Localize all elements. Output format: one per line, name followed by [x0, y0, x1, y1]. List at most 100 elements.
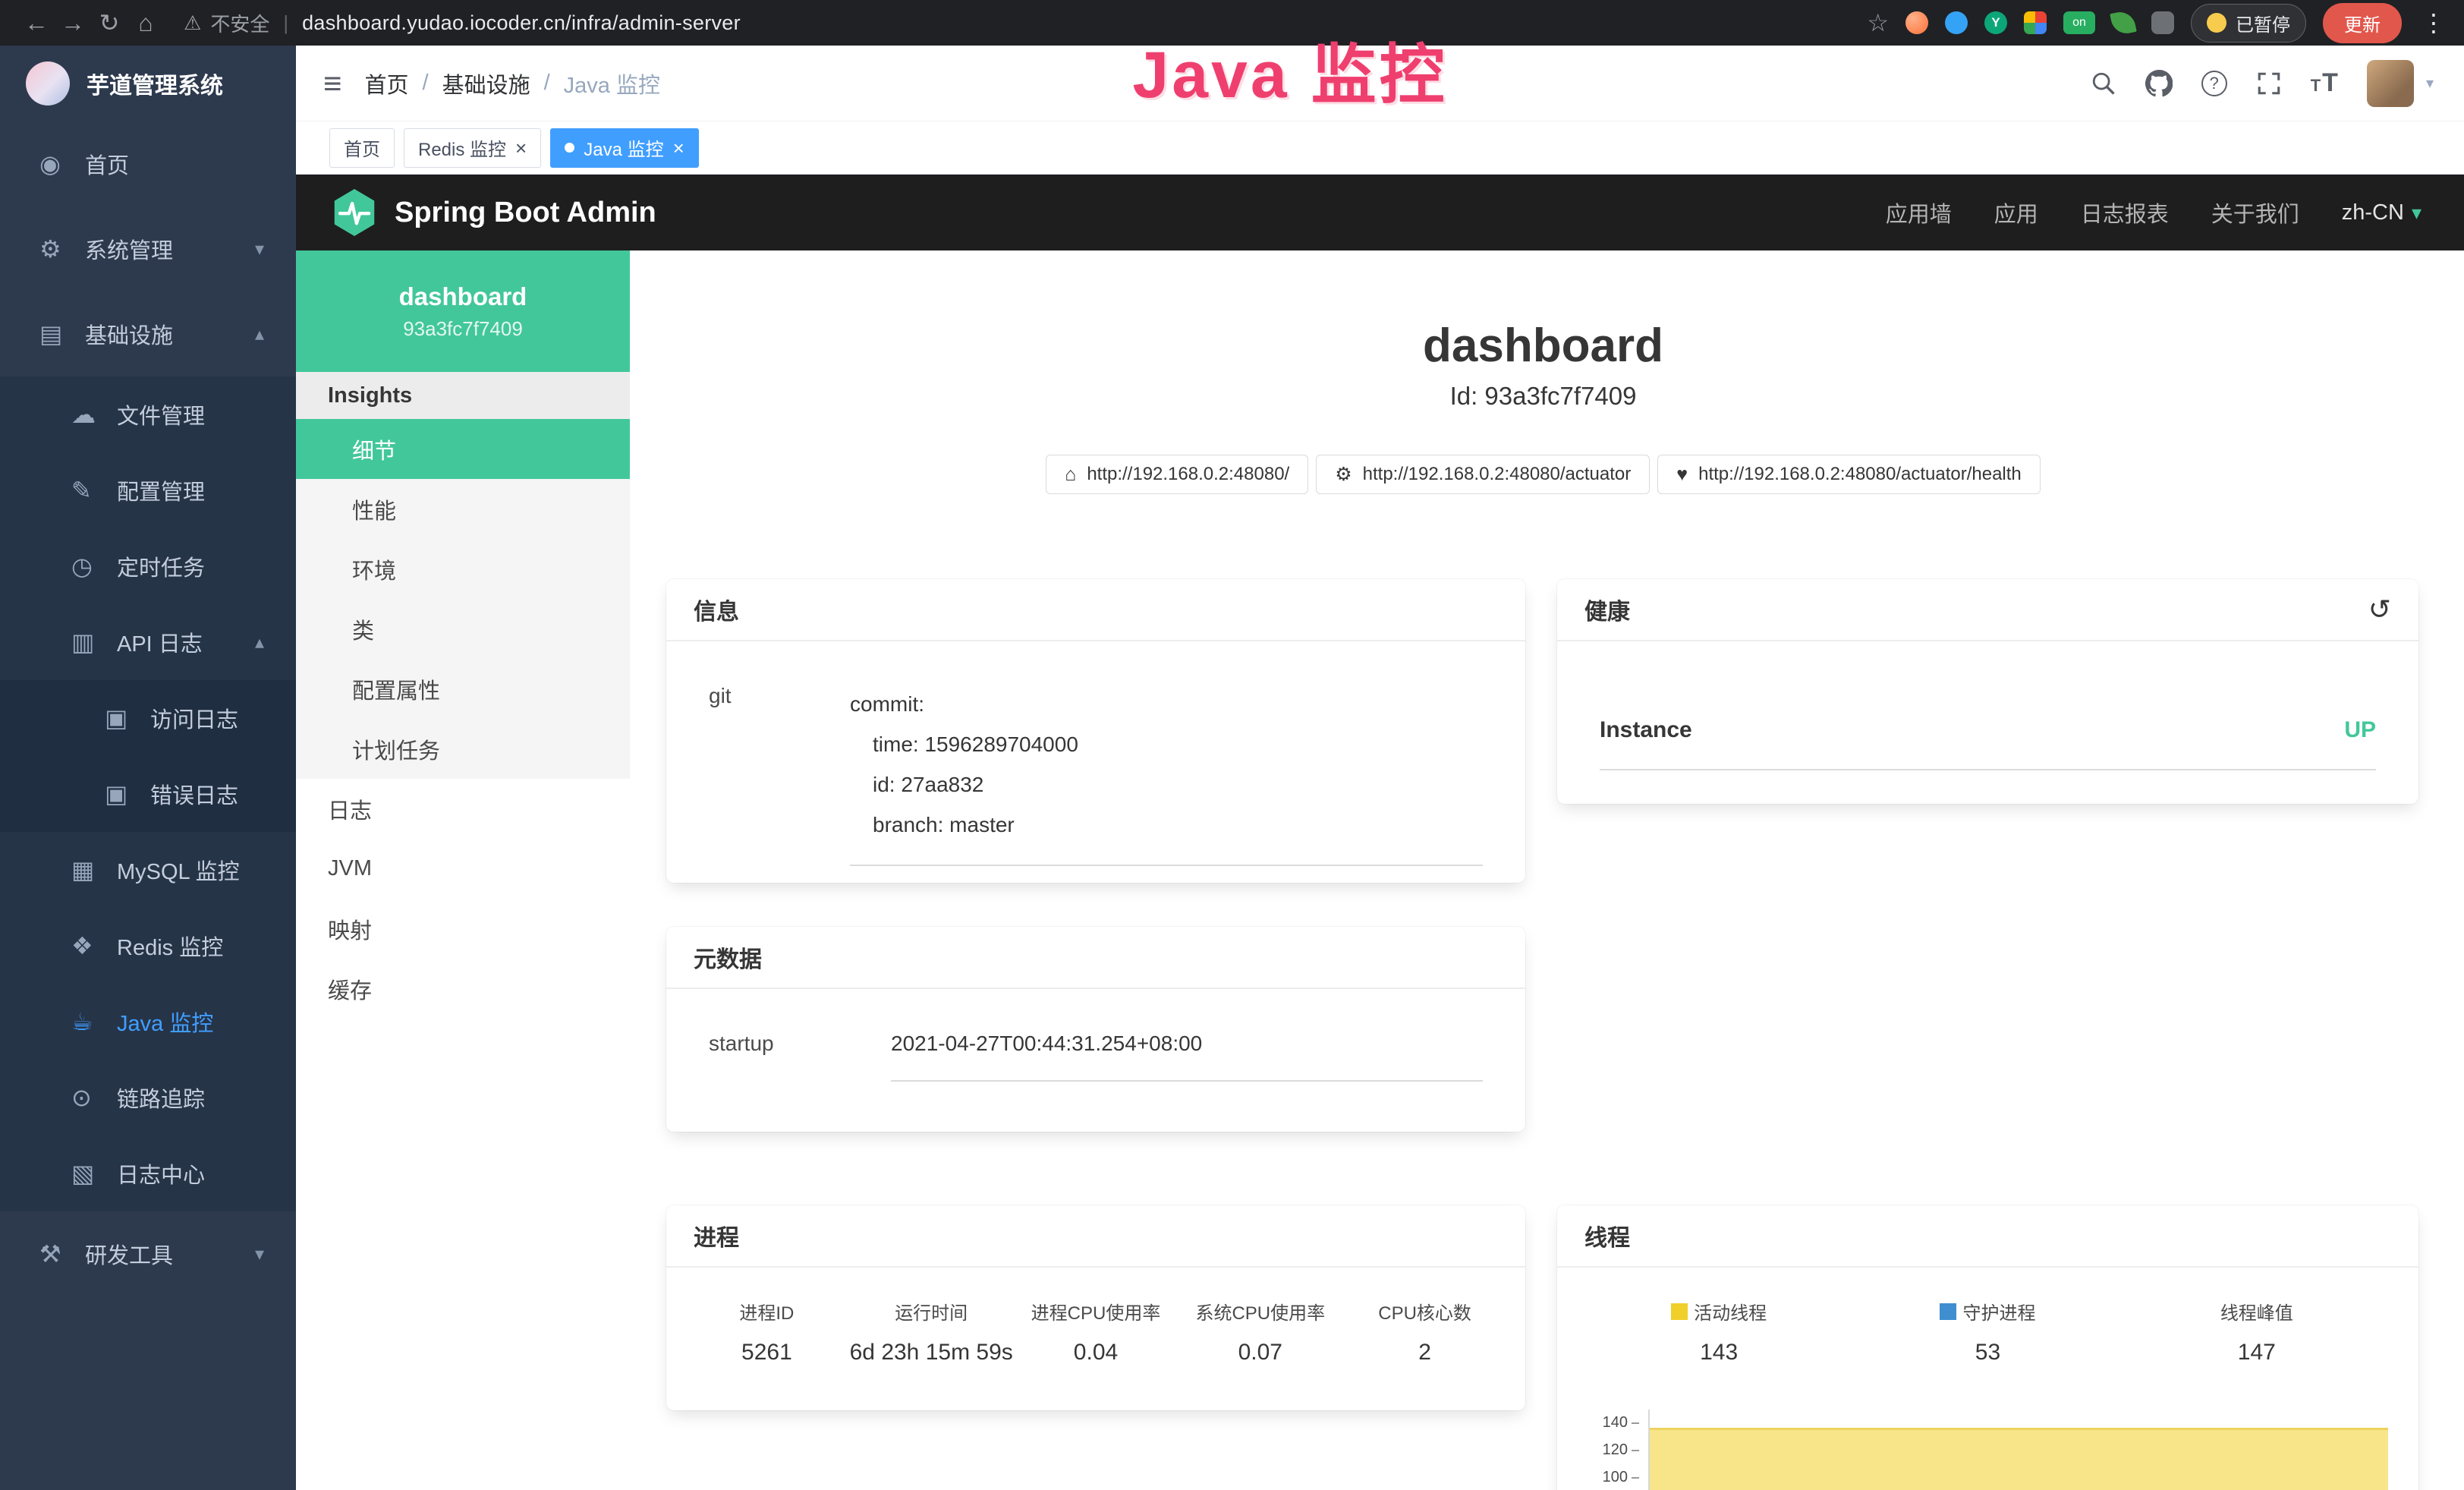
info-card-title: 信息: [694, 593, 739, 626]
process-col-value: 5261: [684, 1340, 849, 1366]
sidebar-item-redis-monitor[interactable]: ❖ Redis 监控: [0, 908, 296, 984]
sba-menu-logs[interactable]: 日志: [296, 779, 630, 839]
sba-menu-classes[interactable]: 类: [296, 599, 630, 659]
sba-menu-metrics[interactable]: 性能: [296, 479, 630, 539]
fullscreen-icon[interactable]: [2256, 71, 2282, 96]
sba-language-select[interactable]: zh-CN ▾: [2342, 200, 2422, 225]
tab-label: 首页: [344, 134, 380, 161]
sba-menu-details[interactable]: 细节: [296, 419, 630, 479]
sba-nav-journal[interactable]: 日志报表: [2081, 197, 2169, 228]
tab-redis-monitor[interactable]: Redis 监控 ×: [404, 128, 541, 168]
sba-menu-scheduled-tasks[interactable]: 计划任务: [296, 719, 630, 779]
sidebar-item-label: 错误日志: [150, 778, 238, 810]
git-time-line: time: 1596289704000: [873, 724, 1483, 764]
github-icon[interactable]: [2145, 70, 2173, 97]
sba-menu-mappings[interactable]: 映射: [296, 899, 630, 959]
sidebar-item-file-management[interactable]: ☁ 文件管理: [0, 376, 296, 452]
sidebar-menu: ◉ 首页 ⚙ 系统管理 ▾ ▤ 基础设施 ▴ ☁ 文件管理 ✎ 配置管理 ◷ 定…: [0, 121, 296, 1296]
sba-brand[interactable]: Spring Boot Admin: [332, 189, 656, 236]
sidebar-item-api-logs[interactable]: ▥ API 日志 ▴: [0, 604, 296, 680]
forward-icon[interactable]: →: [55, 9, 91, 37]
puzzle-extension-icon[interactable]: [2151, 11, 2174, 34]
sba-insight-menu: 细节 性能 环境 类 配置属性 计划任务: [296, 419, 630, 779]
sidebar-item-error-logs[interactable]: ▣ 错误日志: [0, 756, 296, 832]
sidebar-item-link-tracing[interactable]: ⊙ 链路追踪: [0, 1060, 296, 1136]
sidebar-item-config-management[interactable]: ✎ 配置管理: [0, 452, 296, 528]
close-icon[interactable]: ×: [673, 138, 684, 158]
sidebar-item-system-management[interactable]: ⚙ 系统管理 ▾: [0, 206, 296, 291]
sba-menu-environment[interactable]: 环境: [296, 539, 630, 599]
health-card-title: 健康: [1584, 593, 1630, 626]
sidebar-item-log-center[interactable]: ▧ 日志中心: [0, 1136, 296, 1211]
address-bar[interactable]: dashboard.yudao.iocoder.cn/infra/admin-s…: [302, 11, 741, 35]
back-icon[interactable]: ←: [18, 9, 55, 37]
sba-nav-wallboard[interactable]: 应用墙: [1886, 197, 1952, 228]
wrench-icon: ⚙: [1335, 463, 1352, 486]
y-axis-tick: 100: [1603, 1469, 1639, 1486]
home-icon[interactable]: ⌂: [127, 9, 164, 37]
app-logo[interactable]: 芋道管理系统: [0, 46, 296, 121]
sidebar-item-java-monitor[interactable]: ☕ Java 监控: [0, 984, 296, 1060]
sba-menu-jvm[interactable]: JVM: [296, 839, 630, 899]
health-url-link[interactable]: ♥ http://192.168.0.2:48080/actuator/heal…: [1657, 455, 2041, 494]
tab-home[interactable]: 首页: [329, 128, 395, 168]
sidebar-item-label: 系统管理: [85, 233, 173, 265]
chevron-down-icon: ▾: [255, 238, 264, 260]
update-button[interactable]: 更新: [2323, 3, 2402, 43]
sidebar-item-mysql-monitor[interactable]: ▦ MySQL 监控: [0, 832, 296, 908]
breadcrumb-infrastructure[interactable]: 基础设施: [442, 68, 530, 99]
paused-badge[interactable]: 已暂停: [2191, 4, 2306, 43]
breadcrumb-home[interactable]: 首页: [365, 68, 409, 99]
legend-active-threads: 活动线程 143: [1584, 1298, 1853, 1366]
help-icon[interactable]: ?: [2201, 71, 2227, 96]
home-icon: ⌂: [1065, 464, 1076, 486]
site-security-info[interactable]: ⚠ 不安全: [184, 9, 269, 37]
actuator-url-link[interactable]: ⚙ http://192.168.0.2:48080/actuator: [1316, 455, 1650, 494]
sba-menu-config-props[interactable]: 配置属性: [296, 659, 630, 719]
fox-extension-icon[interactable]: [1905, 11, 1928, 34]
user-avatar[interactable]: [2367, 60, 2414, 107]
drop-extension-icon[interactable]: [1945, 11, 1968, 34]
security-label: 不安全: [210, 9, 269, 37]
health-status-badge: UP: [2344, 717, 2376, 743]
sidebar-item-label: 日志中心: [117, 1158, 205, 1189]
sidebar-item-access-logs[interactable]: ▣ 访问日志: [0, 680, 296, 756]
service-url-link[interactable]: ⌂ http://192.168.0.2:48080/: [1046, 455, 1308, 494]
legend-value: 143: [1584, 1340, 1853, 1366]
spring-boot-admin-logo: [332, 189, 376, 236]
legend-label: 线程峰值: [2220, 1298, 2293, 1325]
sidebar-item-scheduled-tasks[interactable]: ◷ 定时任务: [0, 528, 296, 604]
cloud-icon: ☁: [71, 400, 117, 429]
search-icon[interactable]: [2091, 71, 2116, 96]
leaf-extension-icon[interactable]: [2110, 9, 2137, 36]
bookmark-star-icon[interactable]: ☆: [1867, 8, 1889, 37]
tab-java-monitor[interactable]: Java 监控 ×: [550, 128, 699, 168]
sidebar-item-label: 链路追踪: [117, 1082, 205, 1114]
sba-instance-header[interactable]: dashboard 93a3fc7f7409: [296, 250, 630, 372]
process-col-pid: 进程ID 5261: [684, 1298, 849, 1366]
sba-menu-caches[interactable]: 缓存: [296, 959, 630, 1019]
sidebar-item-home[interactable]: ◉ 首页: [0, 121, 296, 206]
process-col-value: 2: [1342, 1340, 1507, 1366]
sba-nav-about[interactable]: 关于我们: [2211, 197, 2299, 228]
on-extension-icon[interactable]: on: [2063, 11, 2095, 34]
tab-label: Java 监控: [584, 134, 663, 161]
breadcrumb-current: Java 监控: [564, 68, 660, 99]
close-icon[interactable]: ×: [515, 138, 527, 158]
sba-nav-applications[interactable]: 应用: [1994, 197, 2038, 228]
sidebar-item-infrastructure[interactable]: ▤ 基础设施 ▴: [0, 291, 296, 376]
chevron-down-icon: ▾: [2412, 201, 2422, 225]
reload-icon[interactable]: ↻: [91, 8, 127, 37]
font-size-icon[interactable]: TT: [2311, 68, 2338, 98]
history-icon[interactable]: ↺: [2368, 594, 2391, 625]
sidebar-item-dev-tools[interactable]: ⚒ 研发工具 ▾: [0, 1211, 296, 1296]
browser-menu-icon[interactable]: ⋮: [2422, 8, 2446, 37]
git-commit-line: commit:: [850, 684, 1483, 724]
y-extension-icon[interactable]: Y: [1984, 11, 2007, 34]
avatar-caret-icon[interactable]: ▾: [2426, 74, 2434, 93]
hamburger-icon[interactable]: ≡: [323, 65, 342, 102]
metadata-key: startup: [709, 1032, 891, 1082]
sidebar-item-label: 文件管理: [117, 398, 205, 430]
grid-extension-icon[interactable]: [2024, 11, 2047, 34]
breadcrumb: 首页 / 基础设施 / Java 监控: [365, 68, 660, 99]
